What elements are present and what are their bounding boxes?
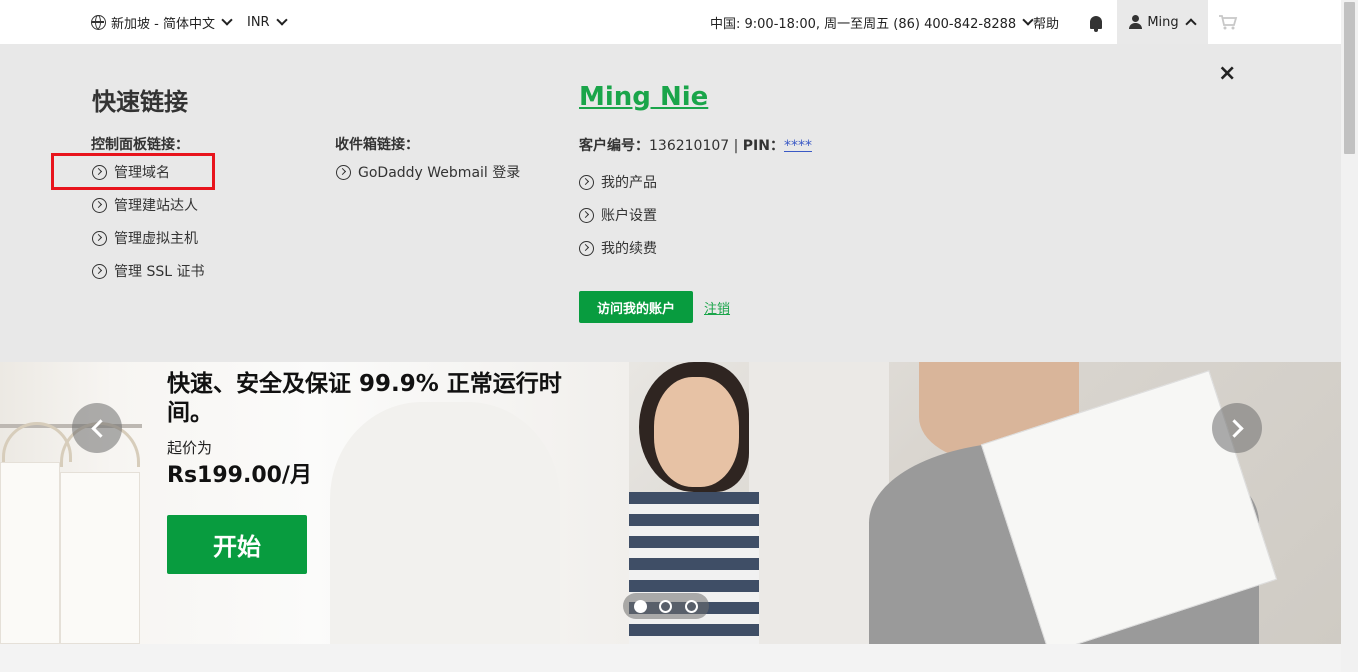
chevron-right-icon bbox=[1224, 418, 1244, 438]
user-menu-tab[interactable]: Ming bbox=[1117, 0, 1208, 44]
link-label: 账户设置 bbox=[601, 208, 657, 224]
arrow-circle-icon bbox=[92, 230, 107, 246]
chevron-up-icon bbox=[1184, 18, 1197, 30]
chevron-down-icon bbox=[275, 14, 288, 26]
page-bottom-strip bbox=[0, 644, 1341, 672]
link-manage-hosting[interactable]: 管理虚拟主机 bbox=[92, 228, 198, 248]
woman-striped-shirt bbox=[629, 492, 759, 644]
logout-link[interactable]: 注销 bbox=[704, 298, 730, 317]
link-my-renewals[interactable]: 我的续费 bbox=[579, 238, 657, 258]
arrow-circle-icon bbox=[579, 240, 594, 256]
link-manage-website-builder[interactable]: 管理建站达人 bbox=[92, 195, 198, 215]
background-wall bbox=[749, 362, 889, 644]
account-name-link[interactable]: Ming Nie bbox=[579, 82, 708, 112]
garment-shape bbox=[60, 472, 140, 644]
woman-face bbox=[654, 377, 739, 487]
help-label: 帮助 bbox=[1033, 16, 1060, 32]
link-webmail-login[interactable]: GoDaddy Webmail 登录 bbox=[336, 162, 520, 182]
garment-shape bbox=[0, 462, 60, 644]
pin-label: PIN： bbox=[742, 138, 784, 154]
help-link[interactable]: 帮助 bbox=[1033, 0, 1059, 44]
arrow-circle-icon bbox=[92, 263, 107, 279]
link-manage-ssl[interactable]: 管理 SSL 证书 bbox=[92, 261, 204, 281]
notifications-button[interactable] bbox=[1090, 0, 1102, 44]
carousel-dot-1[interactable] bbox=[634, 599, 648, 613]
customer-number-label: 客户编号： bbox=[579, 138, 649, 154]
currency-label: INR bbox=[247, 14, 270, 30]
inbox-links-heading: 收件箱链接： bbox=[335, 137, 419, 153]
customer-number: 136210107 bbox=[649, 138, 730, 154]
separator: | bbox=[729, 138, 743, 154]
link-label: 管理虚拟主机 bbox=[114, 231, 198, 247]
chevron-down-icon bbox=[221, 14, 233, 26]
user-icon bbox=[1128, 15, 1143, 29]
page: 新加坡 - 简体中文 INR 中国: 9:00-18:00, 周一至周五 (86… bbox=[0, 0, 1341, 672]
region-label: 新加坡 - 简体中文 bbox=[111, 16, 215, 32]
support-hours-label: 中国: 9:00-18:00, 周一至周五 (86) 400-842-8288 bbox=[710, 16, 1017, 32]
user-name: Ming bbox=[1147, 14, 1179, 30]
support-phone-menu[interactable]: 中国: 9:00-18:00, 周一至周五 (86) 400-842-8288 bbox=[710, 0, 1034, 44]
link-label: 管理建站达人 bbox=[114, 198, 198, 214]
hero-carousel: 快速、安全及保证 99.9% 正常运行时间。 起价为 Rs199.00/月 开始 bbox=[0, 362, 1341, 644]
pin-link[interactable]: **** bbox=[784, 138, 812, 154]
globe-icon bbox=[91, 14, 106, 30]
top-nav-bar: 新加坡 - 简体中文 INR 中国: 9:00-18:00, 周一至周五 (86… bbox=[0, 0, 1341, 44]
highlight-box bbox=[51, 153, 215, 190]
carousel-prev-button[interactable] bbox=[72, 403, 122, 453]
carousel-indicators bbox=[623, 593, 709, 619]
arrow-circle-icon bbox=[92, 197, 107, 213]
background-figure bbox=[330, 402, 560, 644]
currency-selector[interactable]: INR bbox=[247, 0, 288, 44]
arrow-circle-icon bbox=[579, 207, 594, 223]
bell-icon bbox=[1090, 15, 1102, 32]
link-label: 管理 SSL 证书 bbox=[114, 264, 205, 280]
link-account-settings[interactable]: 账户设置 bbox=[579, 205, 657, 225]
scrollbar-thumb[interactable] bbox=[1344, 2, 1355, 154]
close-icon[interactable]: × bbox=[1218, 61, 1236, 86]
hero-headline: 快速、安全及保证 99.9% 正常运行时间。 bbox=[167, 371, 562, 426]
start-button[interactable]: 开始 bbox=[167, 515, 307, 574]
panel-title: 快速链接 bbox=[92, 88, 188, 116]
link-label: GoDaddy Webmail 登录 bbox=[358, 165, 521, 181]
link-label: 我的产品 bbox=[601, 175, 657, 191]
price-from-label: 起价为 bbox=[167, 439, 213, 457]
customer-info: 客户编号：136210107 | PIN：**** bbox=[579, 135, 812, 155]
chevron-left-icon bbox=[90, 418, 110, 438]
arrow-circle-icon bbox=[579, 174, 594, 190]
carousel-next-button[interactable] bbox=[1212, 403, 1262, 453]
arrow-circle-icon bbox=[336, 164, 351, 180]
link-my-products[interactable]: 我的产品 bbox=[579, 172, 657, 192]
hero-price: Rs199.00/月 bbox=[167, 463, 312, 488]
quick-links-panel: 快速链接 × 控制面板链接： 管理域名 管理建站达人 管理虚拟主机 管理 SSL… bbox=[0, 44, 1341, 362]
link-label: 我的续费 bbox=[601, 241, 657, 257]
carousel-dot-3[interactable] bbox=[684, 599, 698, 613]
carousel-dot-2[interactable] bbox=[659, 599, 673, 613]
cart-icon[interactable] bbox=[1218, 14, 1238, 30]
visit-account-button[interactable]: 访问我的账户 bbox=[579, 291, 693, 323]
region-selector[interactable]: 新加坡 - 简体中文 bbox=[91, 0, 233, 44]
dashboard-links-heading: 控制面板链接： bbox=[91, 137, 189, 153]
